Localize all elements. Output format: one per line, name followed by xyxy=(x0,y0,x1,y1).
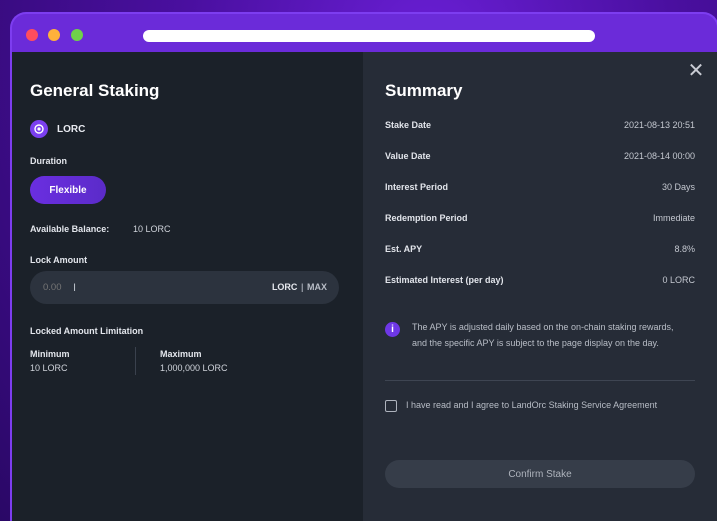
available-balance-value: 10 LORC xyxy=(133,224,171,234)
summary-title: Summary xyxy=(385,81,463,100)
lock-amount-field[interactable]: I LORC | MAX xyxy=(30,271,339,304)
address-bar[interactable] xyxy=(143,30,595,42)
token-selector: LORC xyxy=(30,120,85,138)
minimum-label: Minimum xyxy=(30,349,70,359)
agreement-checkbox[interactable] xyxy=(385,400,397,412)
minimum-value: 10 LORC xyxy=(30,363,68,373)
summary-key: Redemption Period xyxy=(385,213,468,223)
lock-amount-suffix: LORC | MAX xyxy=(272,282,327,292)
close-icon[interactable]: ✕ xyxy=(687,61,705,81)
summary-key: Est. APY xyxy=(385,244,423,254)
staking-title: General Staking xyxy=(30,81,160,100)
browser-window: General Staking LORC Duration Flexible A… xyxy=(12,14,717,521)
token-name: LORC xyxy=(57,123,86,135)
summary-key: Stake Date xyxy=(385,120,432,130)
flexible-duration-button[interactable]: Flexible xyxy=(30,176,106,204)
window-titlebar xyxy=(12,14,717,52)
summary-value: 30 Days xyxy=(661,182,695,192)
close-window-dot[interactable] xyxy=(26,29,38,41)
summary-value: 2021-08-13 20:51 xyxy=(623,120,695,130)
duration-label: Duration xyxy=(30,156,67,166)
lock-unit: LORC xyxy=(271,282,298,292)
available-balance-label: Available Balance: xyxy=(30,224,110,234)
maximum-label: Maximum xyxy=(160,349,202,359)
text-cursor-icon: I xyxy=(73,281,77,294)
summary-panel: ✕ Summary Stake Date 2021-08-13 20:51 Va… xyxy=(363,52,717,521)
maximize-window-dot[interactable] xyxy=(71,29,83,41)
lock-amount-label: Lock Amount xyxy=(30,255,88,265)
summary-key: Estimated Interest (per day) xyxy=(385,275,504,285)
limit-divider xyxy=(135,347,136,375)
limitation-label: Locked Amount Limitation xyxy=(30,326,144,336)
summary-key: Value Date xyxy=(385,151,431,161)
summary-value: Immediate xyxy=(652,213,695,223)
max-button[interactable]: MAX xyxy=(307,282,327,292)
confirm-stake-button[interactable]: Confirm Stake xyxy=(385,460,695,488)
summary-value: 8.8% xyxy=(674,244,695,254)
info-icon: i xyxy=(385,322,400,337)
lock-amount-input[interactable] xyxy=(41,281,75,294)
summary-value: 0 LORC xyxy=(662,275,695,285)
staking-panel: General Staking LORC Duration Flexible A… xyxy=(12,52,363,521)
summary-value: 2021-08-14 00:00 xyxy=(623,151,695,161)
agreement-row[interactable]: I have read and I agree to LandOrc Staki… xyxy=(385,398,685,413)
suffix-separator: | xyxy=(300,282,304,292)
minimize-window-dot[interactable] xyxy=(48,29,60,41)
staking-modal: General Staking LORC Duration Flexible A… xyxy=(12,52,717,521)
maximum-value: 1,000,000 LORC xyxy=(160,363,228,373)
summary-divider xyxy=(385,380,695,381)
agreement-text[interactable]: I have read and I agree to LandOrc Staki… xyxy=(406,398,657,413)
apy-notice: i The APY is adjusted daily based on the… xyxy=(385,320,685,351)
summary-key: Interest Period xyxy=(385,182,449,192)
apy-notice-text: The APY is adjusted daily based on the o… xyxy=(412,322,674,348)
lorc-token-icon xyxy=(30,120,48,138)
